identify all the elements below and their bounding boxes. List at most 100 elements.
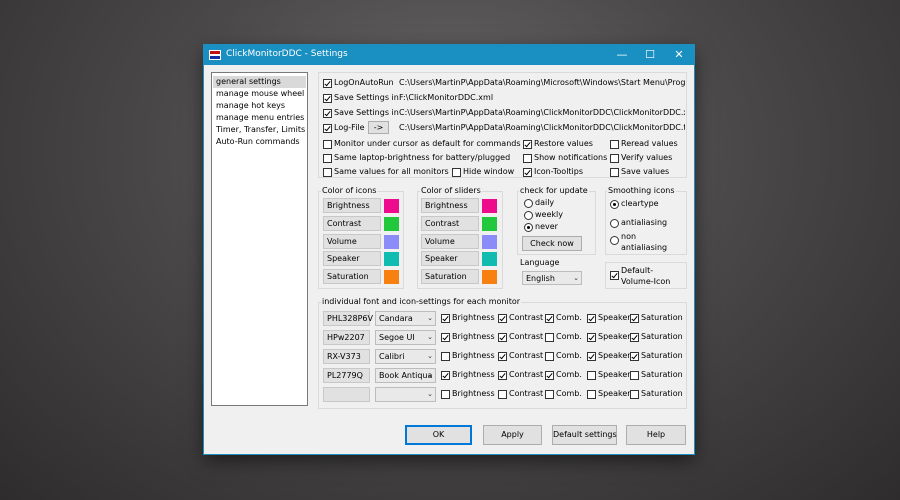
close-icon[interactable]: ✕ — [665, 45, 693, 65]
monitor-brightness-checkbox[interactable] — [441, 314, 450, 323]
monitor-speaker-checkbox[interactable] — [587, 333, 596, 342]
monitor-comb-checkbox[interactable] — [545, 371, 554, 380]
restore-values-checkbox[interactable] — [523, 140, 532, 149]
slider-color-volume-button[interactable]: Volume — [421, 234, 479, 249]
nav-item-hot-keys[interactable]: manage hot keys — [213, 100, 306, 112]
log-file-checkbox[interactable] — [323, 124, 332, 133]
monitor-speaker-label: Speaker — [598, 332, 631, 341]
reread-values-checkbox[interactable] — [610, 140, 619, 149]
default-volume-checkbox[interactable] — [610, 271, 619, 280]
save-settings-file-checkbox[interactable] — [323, 94, 332, 103]
nav-item-auto-run-commands[interactable]: Auto-Run commands — [213, 136, 306, 148]
monitor-brightness-checkbox[interactable] — [441, 333, 450, 342]
icon-color-brightness-button[interactable]: Brightness — [323, 198, 381, 213]
slider-color-contrast-button[interactable]: Contrast — [421, 216, 479, 231]
monitor-font-select[interactable]: Segoe UI ⌄ — [375, 330, 436, 345]
monitor-saturation-label: Saturation — [641, 389, 683, 398]
monitor-saturation-checkbox[interactable] — [630, 390, 639, 399]
monitor-name-field — [323, 387, 370, 402]
slider-color-volume-swatch[interactable] — [482, 235, 497, 249]
monitor-contrast-checkbox[interactable] — [498, 371, 507, 380]
nav-item-general-settings[interactable]: general settings — [213, 76, 306, 88]
apply-button[interactable]: Apply — [483, 425, 542, 445]
monitor-comb-checkbox[interactable] — [545, 390, 554, 399]
update-daily-radio[interactable] — [524, 199, 533, 208]
icon-color-saturation-button[interactable]: Saturation — [323, 269, 381, 284]
monitor-saturation-checkbox[interactable] — [630, 314, 639, 323]
nav-item-timer-transfer-limits[interactable]: Timer, Transfer, Limits — [213, 124, 306, 136]
language-value: English — [526, 274, 555, 283]
monitor-speaker-checkbox[interactable] — [587, 390, 596, 399]
verify-values-checkbox[interactable] — [610, 154, 619, 163]
hide-window-checkbox[interactable] — [452, 168, 461, 177]
monitor-font-value: Calibri — [379, 352, 405, 361]
same-values-all-checkbox[interactable] — [323, 168, 332, 177]
icon-color-speaker-button[interactable]: Speaker — [323, 251, 381, 266]
help-button[interactable]: Help — [626, 425, 686, 445]
show-notifications-checkbox[interactable] — [523, 154, 532, 163]
monitor-saturation-checkbox[interactable] — [630, 333, 639, 342]
monitor-contrast-checkbox[interactable] — [498, 314, 507, 323]
icon-tooltips-checkbox[interactable] — [523, 168, 532, 177]
monitor-font-select[interactable]: Candara ⌄ — [375, 311, 436, 326]
monitor-font-select[interactable]: Calibri ⌄ — [375, 349, 436, 364]
monitor-saturation-checkbox[interactable] — [630, 352, 639, 361]
window-title: ClickMonitorDDC - Settings — [226, 49, 348, 59]
monitor-contrast-checkbox[interactable] — [498, 390, 507, 399]
hide-window-label: Hide window — [463, 167, 515, 176]
logon-autorun-checkbox[interactable] — [323, 79, 332, 88]
save-values-checkbox[interactable] — [610, 168, 619, 177]
slider-color-contrast-swatch[interactable] — [482, 217, 497, 231]
maximize-icon[interactable]: ☐ — [636, 45, 664, 65]
monitor-brightness-checkbox[interactable] — [441, 352, 450, 361]
monitor-speaker-checkbox[interactable] — [587, 314, 596, 323]
settings-window: ClickMonitorDDC - Settings — ☐ ✕ general… — [204, 45, 694, 454]
icon-color-volume-button[interactable]: Volume — [323, 234, 381, 249]
ok-button[interactable]: OK — [405, 425, 472, 445]
icon-color-volume-swatch[interactable] — [384, 235, 399, 249]
smoothing-cleartype-radio[interactable] — [610, 200, 619, 209]
slider-color-saturation-swatch[interactable] — [482, 270, 497, 284]
monitor-speaker-checkbox[interactable] — [587, 371, 596, 380]
icon-color-saturation-swatch[interactable] — [384, 270, 399, 284]
monitor-contrast-checkbox[interactable] — [498, 333, 507, 342]
icon-color-speaker-swatch[interactable] — [384, 252, 399, 266]
log-file-open-button[interactable]: -> — [368, 121, 389, 134]
monitor-comb-checkbox[interactable] — [545, 314, 554, 323]
default-settings-button[interactable]: Default settings — [552, 425, 617, 445]
slider-color-brightness-button[interactable]: Brightness — [421, 198, 479, 213]
update-title: check for update — [519, 186, 589, 195]
title-bar[interactable]: ClickMonitorDDC - Settings — ☐ ✕ — [204, 45, 694, 65]
monitor-brightness-checkbox[interactable] — [441, 390, 450, 399]
monitor-font-select[interactable]: Book Antiqua ⌄ — [375, 368, 436, 383]
settings-nav-list[interactable]: general settings manage mouse wheel mana… — [211, 72, 308, 406]
monitor-under-cursor-checkbox[interactable] — [323, 140, 332, 149]
slider-color-saturation-button[interactable]: Saturation — [421, 269, 479, 284]
monitor-brightness-checkbox[interactable] — [441, 371, 450, 380]
monitor-speaker-label: Speaker — [598, 313, 631, 322]
check-now-button[interactable]: Check now — [522, 236, 582, 251]
monitor-comb-checkbox[interactable] — [545, 352, 554, 361]
language-select[interactable]: English ⌄ — [522, 271, 582, 285]
nav-item-menu-entries[interactable]: manage menu entries — [213, 112, 306, 124]
save-settings-appdata-checkbox[interactable] — [323, 109, 332, 118]
monitor-contrast-checkbox[interactable] — [498, 352, 507, 361]
slider-color-brightness-swatch[interactable] — [482, 199, 497, 213]
update-weekly-radio[interactable] — [524, 211, 533, 220]
monitor-comb-checkbox[interactable] — [545, 333, 554, 342]
slider-color-speaker-button[interactable]: Speaker — [421, 251, 479, 266]
same-laptop-brightness-checkbox[interactable] — [323, 154, 332, 163]
monitor-saturation-checkbox[interactable] — [630, 371, 639, 380]
minimize-icon[interactable]: — — [608, 45, 636, 65]
icon-color-contrast-swatch[interactable] — [384, 217, 399, 231]
monitor-font-select[interactable]: ⌄ — [375, 387, 436, 402]
slider-color-speaker-swatch[interactable] — [482, 252, 497, 266]
log-file-path: C:\Users\MartinP\AppData\Roaming\ClickMo… — [399, 123, 685, 132]
nav-item-mouse-wheel[interactable]: manage mouse wheel — [213, 88, 306, 100]
update-never-radio[interactable] — [524, 223, 533, 232]
icon-color-contrast-button[interactable]: Contrast — [323, 216, 381, 231]
monitor-speaker-checkbox[interactable] — [587, 352, 596, 361]
smoothing-antialiasing-radio[interactable] — [610, 219, 619, 228]
icon-color-brightness-swatch[interactable] — [384, 199, 399, 213]
smoothing-non-antialiasing-radio[interactable] — [610, 236, 619, 245]
